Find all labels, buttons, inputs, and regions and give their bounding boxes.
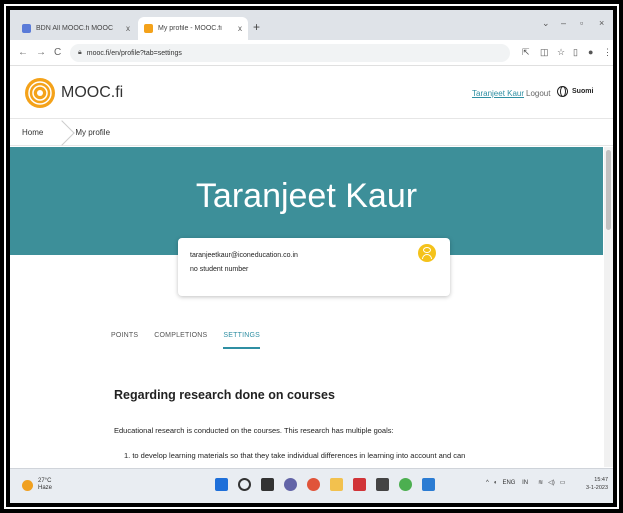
taskbar-clock[interactable]: 15:47 3-1-2023 <box>586 476 608 492</box>
task-view-icon[interactable] <box>261 478 274 491</box>
language-switch[interactable]: Suomi <box>557 86 593 97</box>
profile-name: Taranjeet Kaur <box>195 177 418 215</box>
browser-tab[interactable]: BDN All MOOC.fi MOOC x <box>16 17 136 40</box>
site-header: MOOC.fi Taranjeet Kaur Logout Suomi <box>10 67 613 119</box>
taskbar-apps <box>215 478 445 491</box>
share-icon[interactable]: ⇱ <box>522 47 530 58</box>
new-tab-button[interactable]: + <box>253 20 260 34</box>
app-icon[interactable] <box>376 478 389 491</box>
breadcrumb: Home My profile <box>10 120 613 146</box>
chevron-up-icon[interactable]: ^ <box>486 480 489 486</box>
lock-icon: 🔒︎ <box>78 49 82 56</box>
language-indicator[interactable]: ENG IN <box>502 480 533 486</box>
close-icon[interactable]: x <box>126 24 130 33</box>
wifi-icon[interactable]: ≋ <box>538 479 543 486</box>
tab-settings[interactable]: SETTINGS <box>223 332 261 349</box>
store-icon[interactable] <box>353 478 366 491</box>
scrollbar-thumb[interactable] <box>606 150 611 230</box>
search-icon[interactable] <box>238 478 251 491</box>
chat-icon[interactable] <box>284 478 297 491</box>
weather-desc: Haze <box>38 485 53 491</box>
research-paragraph: Educational research is conducted on the… <box>114 426 394 435</box>
clock-date: 3-1-2023 <box>586 485 609 491</box>
windows-taskbar: 27°C Haze ^ ◐ ENG IN ≋ ◁) ▭ 15:47 3-1-20… <box>10 468 613 503</box>
weather-text: 27°C Haze <box>38 478 52 492</box>
chrome-icon[interactable] <box>399 478 412 491</box>
header-user-link[interactable]: Taranjeet Kaur <box>472 89 524 98</box>
menu-icon[interactable]: ⋮ <box>603 47 612 58</box>
weather-widget[interactable]: 27°C Haze <box>22 478 52 492</box>
close-window-icon[interactable]: × <box>599 18 604 28</box>
profile-email: taranjeetkaur@iconeducation.co.in <box>190 252 298 259</box>
battery-icon[interactable]: ▭ <box>560 479 566 486</box>
reload-icon[interactable]: C <box>54 47 61 58</box>
screenshot-frame: BDN All MOOC.fi MOOC x My profile - MOOC… <box>0 0 623 513</box>
word-icon[interactable] <box>422 478 435 491</box>
browser-toolbar: ← → C 🔒︎ mooc.fi/en/profile?tab=settings… <box>10 40 613 66</box>
breadcrumb-separator <box>55 120 63 146</box>
volume-icon[interactable]: ◁) <box>548 479 555 486</box>
tray-region: IN <box>522 479 529 486</box>
tab-favicon-icon <box>144 24 153 33</box>
language-label: Suomi <box>572 88 594 95</box>
globe-icon <box>557 86 568 97</box>
sidebar-icon[interactable]: ▯ <box>573 47 578 58</box>
student-number: no student number <box>190 266 249 273</box>
logout-link[interactable]: Logout <box>526 89 550 98</box>
back-icon[interactable]: ← <box>18 47 28 58</box>
url-text: mooc.fi/en/profile?tab=settings <box>86 49 182 57</box>
forward-icon[interactable]: → <box>36 47 46 58</box>
app-icon[interactable] <box>307 478 320 491</box>
tab-title: My profile - MOOC.fi <box>158 25 222 32</box>
weather-sun-icon <box>22 479 33 491</box>
mooc-logo-icon[interactable] <box>24 77 56 109</box>
profile-icon[interactable]: ● <box>588 47 593 57</box>
avatar-icon <box>418 244 436 262</box>
file-explorer-icon[interactable] <box>330 478 343 491</box>
extension-icon[interactable]: ◫ <box>540 47 549 58</box>
tab-favicon-icon <box>22 24 31 33</box>
profile-info-card: taranjeetkaur@iconeducation.co.in no stu… <box>178 238 450 296</box>
browser-tab-active[interactable]: My profile - MOOC.fi x <box>138 17 248 40</box>
tab-title: BDN All MOOC.fi MOOC <box>36 25 114 32</box>
address-bar[interactable]: 🔒︎ mooc.fi/en/profile?tab=settings <box>70 44 510 62</box>
maximize-icon[interactable]: ▫ <box>580 18 583 28</box>
site-brand[interactable]: MOOC.fi <box>61 84 123 102</box>
clock-time: 15:47 <box>594 477 609 483</box>
bookmark-star-icon[interactable]: ☆ <box>557 47 565 58</box>
system-tray: ^ ◐ ENG IN ≋ ◁) ▭ <box>486 479 570 487</box>
tray-app-icon[interactable]: ◐ <box>494 480 498 486</box>
tray-lang: ENG <box>502 479 516 486</box>
list-item: 1. to develop learning materials so that… <box>124 451 466 460</box>
desktop-screen: BDN All MOOC.fi MOOC x My profile - MOOC… <box>10 10 613 503</box>
close-icon[interactable]: x <box>238 24 242 33</box>
section-heading: Regarding research done on courses <box>114 388 335 402</box>
weather-temp: 27°C <box>38 478 52 484</box>
minimize-icon[interactable]: – <box>561 18 566 28</box>
browser-tabstrip: BDN All MOOC.fi MOOC x My profile - MOOC… <box>10 10 613 40</box>
windows-start-icon[interactable] <box>215 478 228 491</box>
profile-tabs: POINTS COMPLETIONS SETTINGS <box>111 332 276 349</box>
tab-points[interactable]: POINTS <box>111 332 138 349</box>
tab-completions[interactable]: COMPLETIONS <box>154 332 207 349</box>
tab-search-icon[interactable]: ⌄ <box>542 18 550 29</box>
